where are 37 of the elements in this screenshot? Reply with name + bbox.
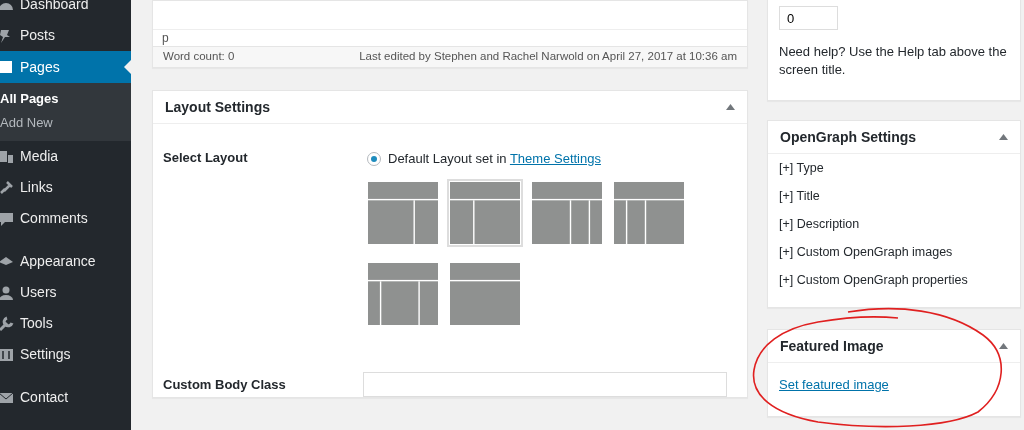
sidebar-item[interactable]: Tools [0,308,131,339]
panel-title: Featured Image [780,336,884,356]
sidebar-item[interactable]: Links [0,172,131,203]
wrench-icon [0,314,15,333]
text-input[interactable] [363,372,727,397]
expand-toggle-link[interactable]: [+] Custom OpenGraph images [779,245,953,259]
help-text: Need help? Use the Help tab above the screen title. [779,44,1007,77]
order-input[interactable]: 0 [779,6,838,30]
collapse-arrow-icon[interactable] [999,134,1008,140]
expand-toggle-link[interactable]: [+] Description [779,217,860,231]
expand-toggle-link[interactable]: [+] Type [779,161,824,175]
sidebar-item[interactable]: Settings [0,339,131,370]
collapse-arrow-icon[interactable] [726,104,735,110]
sidebar-item[interactable]: Appearance [0,246,131,277]
sidebar-item[interactable]: Pages [0,51,131,83]
submenu-item[interactable]: All Pages [0,87,131,111]
element-path: p [162,31,169,45]
sidebar-item[interactable]: Media [0,141,131,172]
submenu-item[interactable]: Add New [0,111,131,135]
word-count: Word count: 0 [163,49,235,65]
sidebar-item[interactable]: Posts [0,20,131,51]
field-label: Select Layout [163,150,248,165]
expand-toggle-link[interactable]: [+] Title [779,189,820,203]
sidebar-item[interactable]: Contact [0,382,131,413]
expand-toggle-link[interactable]: [+] Custom OpenGraph properties [779,273,968,287]
last-edited-text: Last edited by Stephen and Rachel Narwold on April 27, 2017 at 10:36 am [359,49,737,65]
collapse-arrow-icon[interactable] [999,343,1008,349]
page-icon [0,58,15,76]
panel-title: Layout Settings [165,97,270,117]
panel-title: OpenGraph Settings [780,127,917,147]
theme-settings-link[interactable]: Theme Settings [509,151,601,166]
set-featured-image-link[interactable]: Set featured image [779,377,889,392]
radio-label: Default Layout set in Theme Settings [388,150,601,168]
field-label: Custom Body Class [163,375,287,394]
layout-option[interactable] [447,178,523,247]
sidebar-item[interactable]: Users [0,277,131,308]
sidebar-item[interactable]: Comments [0,203,131,234]
